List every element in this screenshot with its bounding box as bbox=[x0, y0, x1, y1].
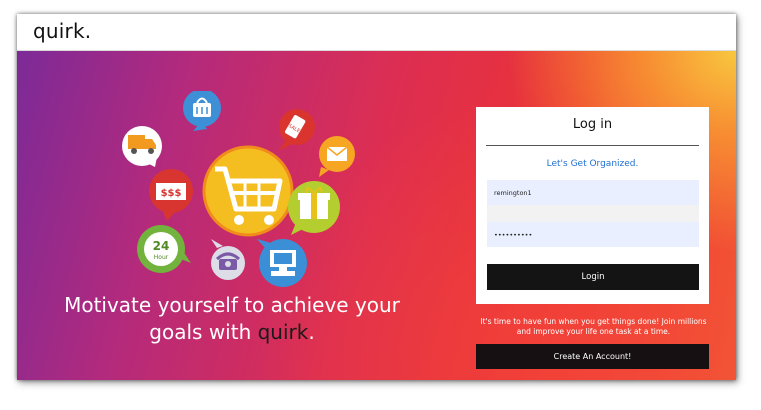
telephone-icon bbox=[211, 239, 245, 280]
login-card: Log in Let's Get Organized. Login bbox=[476, 107, 709, 304]
hour-number: 24 bbox=[153, 239, 170, 253]
shopping-cart-icon bbox=[202, 145, 294, 237]
computer-icon bbox=[257, 239, 307, 287]
top-navbar: quirk. bbox=[17, 14, 736, 51]
sale-tag-icon: SALE bbox=[279, 109, 315, 151]
password-input[interactable] bbox=[487, 222, 699, 247]
money-icon: $$$ bbox=[149, 169, 193, 221]
username-input[interactable] bbox=[487, 180, 699, 205]
tagline-brand-word: quirk bbox=[257, 320, 309, 344]
hero-section: SALE $$$ 24 Hour Motivate yourself to ac… bbox=[17, 51, 736, 380]
login-subtitle: Let's Get Organized. bbox=[546, 159, 639, 169]
hour-word: Hour bbox=[154, 254, 169, 261]
create-account-button[interactable]: Create An Account! bbox=[476, 344, 709, 369]
login-title: Log in bbox=[572, 117, 613, 132]
login-title-divider bbox=[486, 145, 699, 146]
brand-logo[interactable]: quirk. bbox=[33, 19, 91, 43]
shopping-illustration: SALE $$$ 24 Hour bbox=[122, 91, 355, 287]
24-hour-icon: 24 Hour bbox=[137, 225, 191, 273]
money-text: $$$ bbox=[161, 188, 182, 199]
hero-tagline: Motivate yourself to achieve your goals … bbox=[57, 292, 407, 346]
envelope-icon bbox=[319, 136, 355, 177]
login-button[interactable]: Login bbox=[487, 264, 699, 290]
promo-line-1: It's time to have fun when you get thing… bbox=[480, 317, 707, 326]
browser-frame: quirk. SALE $$$ 24 Hour Motivate yoursel… bbox=[17, 14, 736, 380]
delivery-truck-icon bbox=[122, 126, 162, 167]
field-spacer bbox=[487, 205, 699, 222]
tagline-text: Motivate yourself to achieve your goals … bbox=[64, 293, 400, 344]
signup-promo-text: It's time to have fun when you get thing… bbox=[472, 317, 715, 337]
promo-line-2: and improve your life one task at a time… bbox=[516, 327, 671, 336]
gift-box-icon bbox=[288, 181, 340, 235]
shopping-bag-icon bbox=[183, 91, 221, 131]
tagline-period: . bbox=[308, 320, 315, 344]
